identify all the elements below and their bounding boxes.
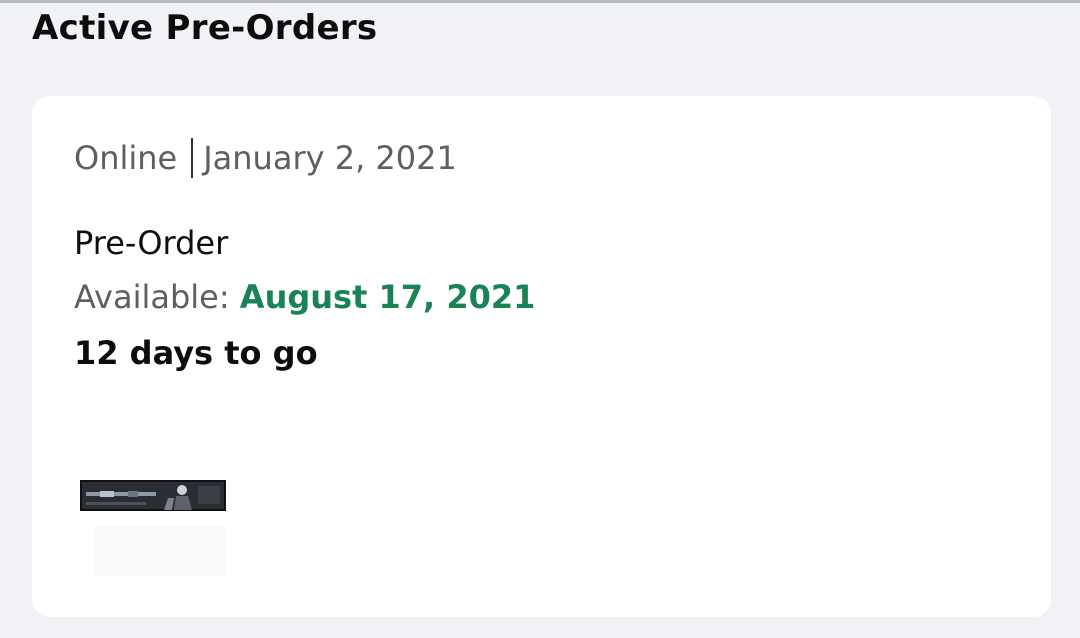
product-thumbnail[interactable]	[80, 480, 230, 576]
order-date: January 2, 2021	[203, 139, 457, 177]
product-box-icon	[80, 480, 230, 576]
meta-divider	[191, 138, 194, 178]
availability-date: August 17, 2021	[239, 278, 536, 316]
countdown-text: 12 days to go	[74, 334, 318, 372]
order-channel: Online	[74, 139, 178, 177]
availability-label: Available:	[74, 278, 240, 316]
availability-row: Available: August 17, 2021	[74, 278, 535, 316]
top-edge-divider	[0, 0, 1080, 3]
section-title: Active Pre-Orders	[32, 8, 378, 48]
order-meta-row: Online January 2, 2021	[74, 138, 457, 178]
order-type-label: Pre-Order	[74, 224, 229, 262]
preorder-card[interactable]: Online January 2, 2021 Pre-Order Availab…	[32, 96, 1051, 617]
